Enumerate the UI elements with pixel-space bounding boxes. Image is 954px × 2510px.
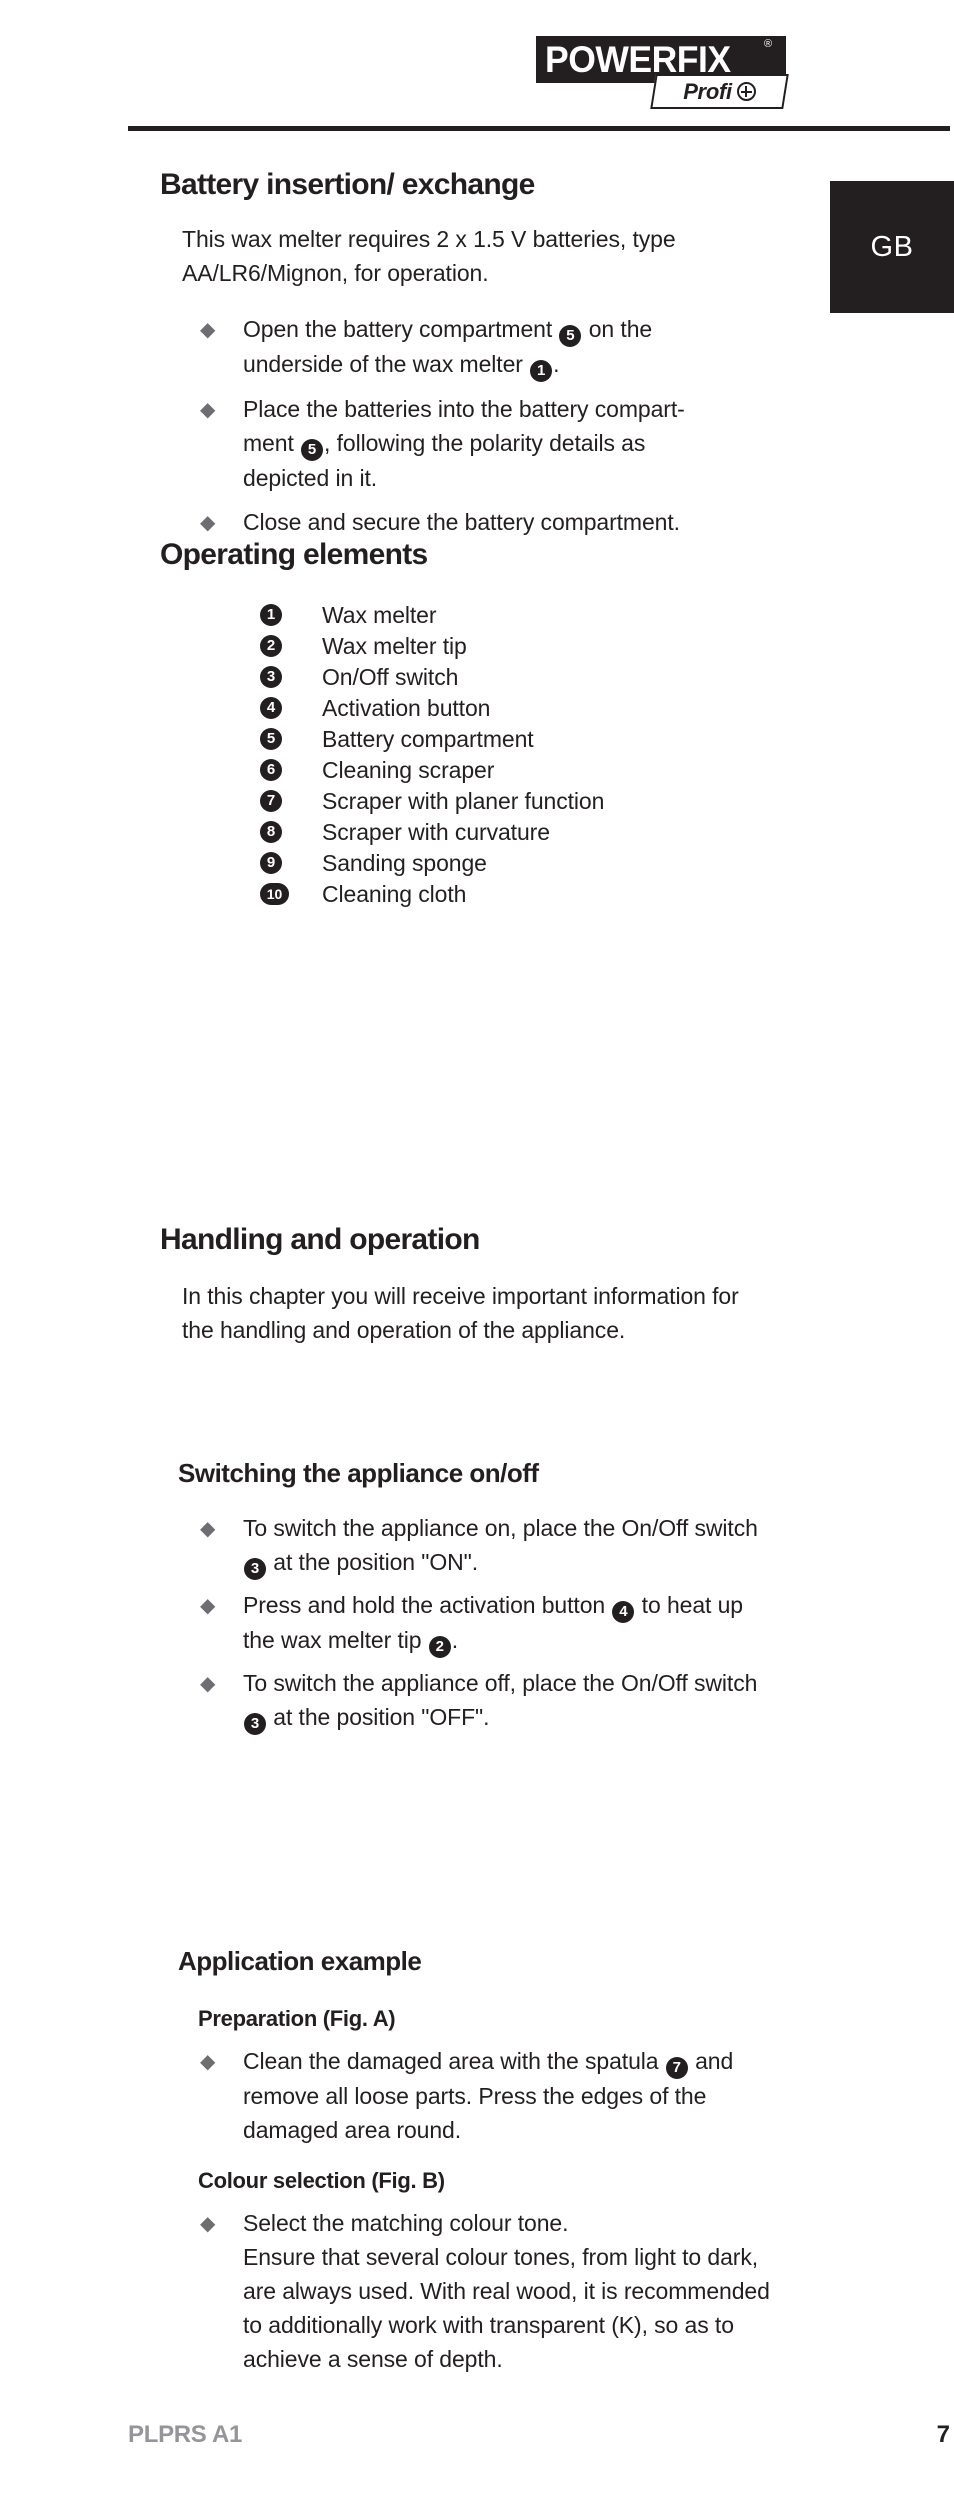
diamond-bullet-icon: ◆ <box>200 1673 216 1695</box>
number-badge-7: 7 <box>665 2057 688 2079</box>
section-battery-insertion: Battery insertion/ exchange This wax mel… <box>160 168 730 539</box>
list-item: 2 Wax melter tip <box>260 631 760 661</box>
number-badge-1: 1 <box>260 604 282 626</box>
number-badge-5: 5 <box>559 325 582 347</box>
number-badge-2: 2 <box>260 635 282 657</box>
colour-selection-bullet-list: ◆ Select the matching colour tone. Ensure… <box>200 2206 778 2376</box>
number-badge-1: 1 <box>530 360 553 382</box>
number-badge-7: 7 <box>260 790 282 812</box>
bullet-text: To switch the appliance off, place the O… <box>243 1670 757 1735</box>
number-badge-8: 8 <box>260 821 282 843</box>
list-item: ◆ Clean the damaged area with the spatul… <box>200 2044 778 2147</box>
number-badge-9: 9 <box>260 852 282 874</box>
list-item: 1 Wax melter <box>260 600 760 630</box>
subsection-colour-selection: Colour selection (Fig. B) ◆ Select the m… <box>198 2168 778 2376</box>
number-badge-2: 2 <box>428 1636 451 1658</box>
list-item: 4 Activation button <box>260 693 760 723</box>
list-item-label: Sanding sponge <box>322 850 487 876</box>
page-title: Battery insertion/ exchange <box>160 168 535 201</box>
handling-intro-text: In this chapter you will receive importa… <box>182 1283 739 1343</box>
number-badge-3: 3 <box>244 1558 266 1580</box>
battery-intro-text: This wax melter requires 2 x 1.5 V batte… <box>182 226 676 286</box>
number-badge-3: 3 <box>244 1713 266 1735</box>
list-item: 10 Cleaning cloth <box>260 879 760 909</box>
diamond-bullet-icon: ◆ <box>200 512 216 534</box>
subsection-heading: Switching the appliance on/off <box>178 1458 539 1488</box>
subsection-heading: Application example <box>178 1946 422 1976</box>
list-item-label: Cleaning scraper <box>322 757 495 783</box>
page-number: 7 <box>936 2421 950 2448</box>
logo-profi-badge: Profi <box>650 74 789 109</box>
bullet-text: Select the matching colour tone. Ensure t… <box>243 2210 770 2372</box>
list-item: ◆ To switch the appliance off, place the… <box>200 1666 768 1735</box>
powerfix-logo: POWERFIX ® Profi <box>536 36 789 110</box>
section-heading: Operating elements <box>160 538 428 571</box>
battery-bullet-list: ◆ Open the battery compartment 5 on the … <box>200 312 730 539</box>
manual-page: POWERFIX ® Profi GB Battery insertion/ e… <box>0 0 954 2510</box>
preparation-bullet-list: ◆ Clean the damaged area with the spatul… <box>200 2044 778 2147</box>
registered-trademark-icon: ® <box>764 38 773 50</box>
section-handling-operation: Handling and operation In this chapter y… <box>160 1223 760 1347</box>
header-divider <box>128 126 950 131</box>
list-item-label: On/Off switch <box>322 664 459 690</box>
section-switching-on-off: Switching the appliance on/off ◆ To swit… <box>178 1458 768 1735</box>
bullet-text: To switch the appliance on, place the On… <box>243 1515 758 1580</box>
list-item: 9 Sanding sponge <box>260 848 760 878</box>
subsection-preparation: Preparation (Fig. A) ◆ Clean the damaged… <box>198 2006 778 2147</box>
diamond-bullet-icon: ◆ <box>200 1595 216 1617</box>
number-badge-4: 4 <box>260 697 282 719</box>
list-item-label: Scraper with curvature <box>322 819 550 845</box>
minor-heading: Colour selection (Fig. B) <box>198 2168 445 2193</box>
bullet-text: Close and secure the battery compartment… <box>243 509 680 535</box>
list-item: 5 Battery compartment <box>260 724 760 754</box>
list-item: ◆ Open the battery compartment 5 on the … <box>200 312 730 382</box>
list-item: ◆ Select the matching colour tone. Ensure… <box>200 2206 778 2376</box>
list-item-label: Scraper with planer function <box>322 788 605 814</box>
list-item: ◆ To switch the appliance on, place the … <box>200 1511 768 1580</box>
diamond-bullet-icon: ◆ <box>200 2051 216 2073</box>
operating-elements-list: 1 Wax melter 2 Wax melter tip 3 On/Off s… <box>260 600 760 909</box>
bullet-text: Clean the damaged area with the spatula … <box>243 2048 734 2143</box>
number-badge-10: 10 <box>260 883 289 905</box>
diamond-bullet-icon: ◆ <box>200 399 216 421</box>
switching-bullet-list: ◆ To switch the appliance on, place the … <box>200 1511 768 1735</box>
number-badge-6: 6 <box>260 759 282 781</box>
bullet-text: Place the batteries into the battery com… <box>243 396 685 491</box>
list-item: 3 On/Off switch <box>260 662 760 692</box>
circled-plus-icon <box>736 82 756 101</box>
list-item-label: Wax melter tip <box>322 633 467 659</box>
number-badge-3: 3 <box>260 666 282 688</box>
logo-profi-text: Profi <box>683 78 732 104</box>
list-item: 8 Scraper with curvature <box>260 817 760 847</box>
list-item-label: Wax melter <box>322 602 437 628</box>
minor-heading: Preparation (Fig. A) <box>198 2006 396 2031</box>
list-item-label: Cleaning cloth <box>322 881 467 907</box>
list-item: 6 Cleaning scraper <box>260 755 760 785</box>
diamond-bullet-icon: ◆ <box>200 319 216 341</box>
section-heading: Handling and operation <box>160 1223 480 1256</box>
bullet-text: Open the battery compartment 5 on the un… <box>243 316 652 382</box>
number-badge-4: 4 <box>612 1601 635 1623</box>
diamond-bullet-icon: ◆ <box>200 2213 216 2235</box>
diamond-bullet-icon: ◆ <box>200 1518 216 1540</box>
country-tab-label: GB <box>870 230 914 263</box>
list-item-label: Activation button <box>322 695 491 721</box>
logo-profi-inner: Profi <box>655 76 784 107</box>
country-tab-gb: GB <box>830 181 954 313</box>
list-item: 7 Scraper with planer function <box>260 786 760 816</box>
list-item: ◆ Close and secure the battery compartme… <box>200 505 730 539</box>
bullet-text: Press and hold the activation button 4 t… <box>243 1592 743 1658</box>
section-operating-elements: Operating elements 1 Wax melter 2 Wax me… <box>160 538 760 910</box>
section-application-example: Application example <box>178 1946 778 1977</box>
page-footer: PLPRS A1 7 <box>128 2421 950 2449</box>
list-item: ◆ Press and hold the activation button 4… <box>200 1588 768 1658</box>
number-badge-5: 5 <box>260 728 282 750</box>
list-item: ◆ Place the batteries into the battery c… <box>200 392 730 495</box>
number-badge-5: 5 <box>301 439 324 461</box>
list-item-label: Battery compartment <box>322 726 534 752</box>
model-code: PLPRS A1 <box>128 2421 243 2448</box>
